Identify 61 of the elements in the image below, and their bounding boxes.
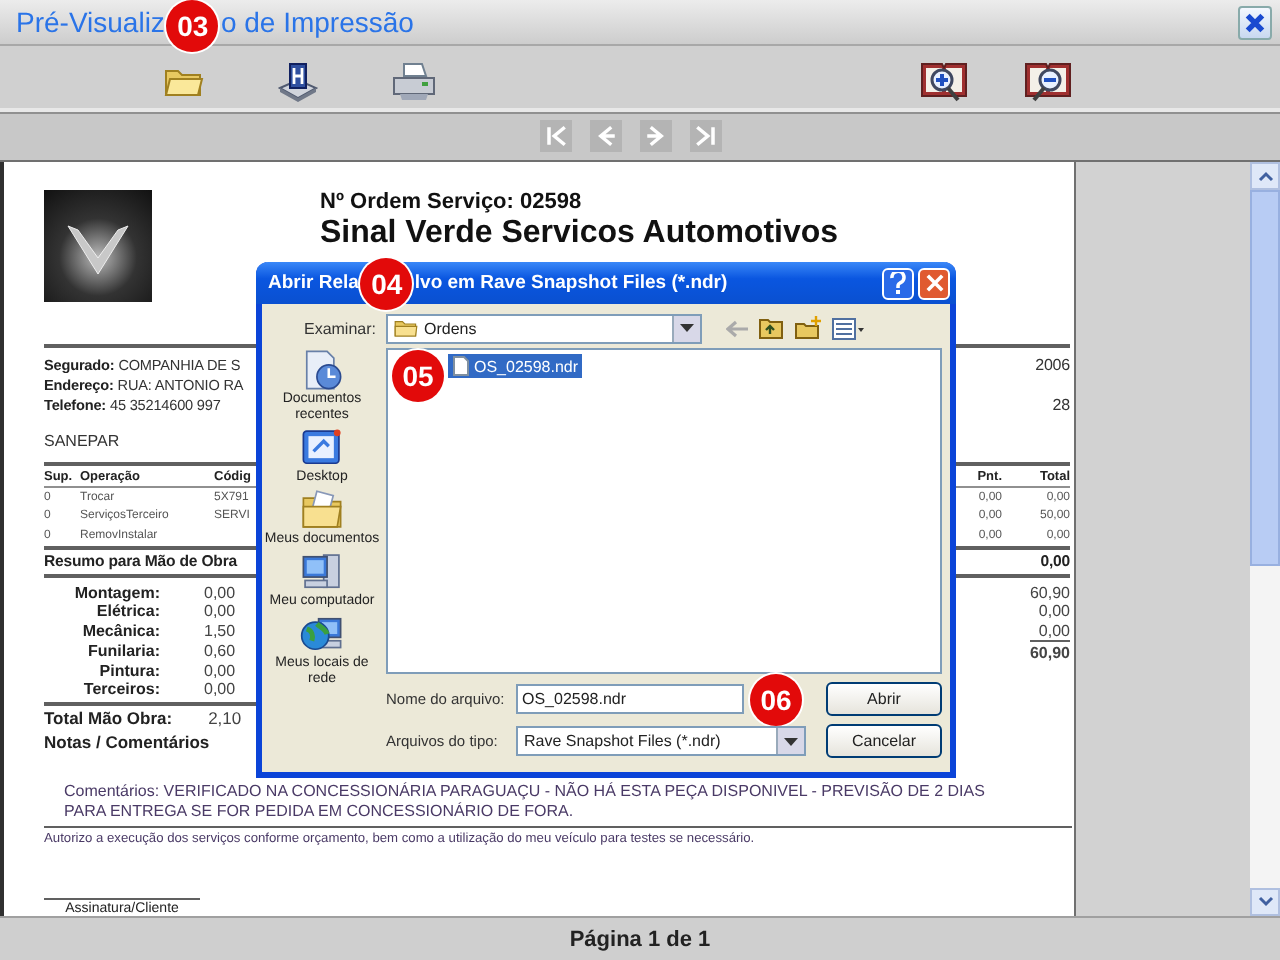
amount: 0,00 xyxy=(1038,622,1070,640)
dialog-title: lvo em Rave Snapshot Files (*.ndr) xyxy=(414,272,728,294)
amount: 0,00 xyxy=(1038,602,1070,621)
labor-value: 0,00 xyxy=(204,602,236,621)
labor-value: 0,00 xyxy=(204,661,236,680)
question-mark-icon xyxy=(890,272,906,294)
zoom-in-icon[interactable] xyxy=(920,59,968,103)
scrollbar-thumb[interactable] xyxy=(1250,190,1280,566)
look-in-label: Examinar: xyxy=(301,319,378,337)
folder-icon xyxy=(394,318,418,338)
section-title: Notas / Comentários xyxy=(44,731,210,755)
computer-icon xyxy=(300,550,344,594)
scroll-up-icon[interactable] xyxy=(1250,162,1280,190)
order-number: Nº Ordem Serviço: 02598 xyxy=(320,190,584,214)
printer-icon[interactable] xyxy=(392,61,436,101)
amount: 60,90 xyxy=(1029,583,1070,602)
labor-value: 0,00 xyxy=(204,583,236,602)
labor-label: Mecânica: xyxy=(80,622,160,640)
labor-value: 0,60 xyxy=(204,641,236,660)
file-name-field[interactable]: OS_02598.ndr xyxy=(516,684,744,714)
globe-computer-icon xyxy=(300,612,344,656)
company-name: Sinal Verde Servicos Automotivos xyxy=(320,216,839,252)
window-title: Pré-Visualiz xyxy=(16,6,165,38)
step-badge: 06 xyxy=(750,673,802,725)
help-button[interactable] xyxy=(882,267,914,299)
document-clock-icon xyxy=(300,348,344,392)
file-type-dropdown[interactable]: Rave Snapshot Files (*.ndr) xyxy=(516,726,806,756)
labor-label: Elétrica: xyxy=(94,602,160,621)
labor-label: Funilaria: xyxy=(85,641,160,660)
look-in-dropdown[interactable]: Ordens xyxy=(386,313,702,343)
zoom-out-icon[interactable] xyxy=(1024,59,1072,103)
cancel-button[interactable]: Cancelar xyxy=(826,724,942,758)
new-folder-icon[interactable] xyxy=(794,316,822,340)
total-label: Total Mão Obra: xyxy=(44,708,173,729)
client-name: SANEPAR xyxy=(44,432,120,455)
page-indicator: Página 1 de 1 xyxy=(569,927,711,951)
amount: 60,90 xyxy=(1029,639,1070,662)
file-item[interactable]: OS_02598.ndr xyxy=(448,354,583,378)
labor-label: Terceiros: xyxy=(81,680,160,699)
file-icon xyxy=(452,356,470,376)
up-folder-icon[interactable] xyxy=(758,316,784,340)
scroll-down-icon[interactable] xyxy=(1250,888,1280,916)
open-button[interactable]: Abrir xyxy=(826,682,942,716)
view-menu-icon[interactable] xyxy=(832,317,864,339)
step-badge: 03 xyxy=(166,0,219,52)
labor-label: Pintura: xyxy=(97,661,160,680)
close-icon[interactable] xyxy=(1238,5,1272,39)
step-badge: 05 xyxy=(392,350,444,402)
labor-value: 1,50 xyxy=(204,622,236,640)
folder-icon[interactable] xyxy=(164,64,204,98)
comments-text: Comentários: VERIFICADO NA CONCESSIONÁRIA PARAGUAÇU - NÃO HÁ ESTA PEÇA DISPONIVEL - PREVISÃO DE 2 DIAS PARA ENTREGA SE FOR PEDIDA EM CONCESSIONÁRIO DE FORA. xyxy=(64,782,987,825)
field-value: 28 xyxy=(1052,396,1070,415)
labor-label: Montagem: xyxy=(72,583,160,602)
folder-document-icon xyxy=(300,488,344,532)
desktop-icon xyxy=(300,426,344,470)
step-badge: 04 xyxy=(360,257,413,309)
labor-value: 0,00 xyxy=(204,680,236,699)
field-value: 2006 xyxy=(1035,355,1070,374)
logo-icon xyxy=(44,190,152,302)
total-value: 2,10 xyxy=(208,708,242,729)
window-title: o de Impressão xyxy=(220,6,414,38)
